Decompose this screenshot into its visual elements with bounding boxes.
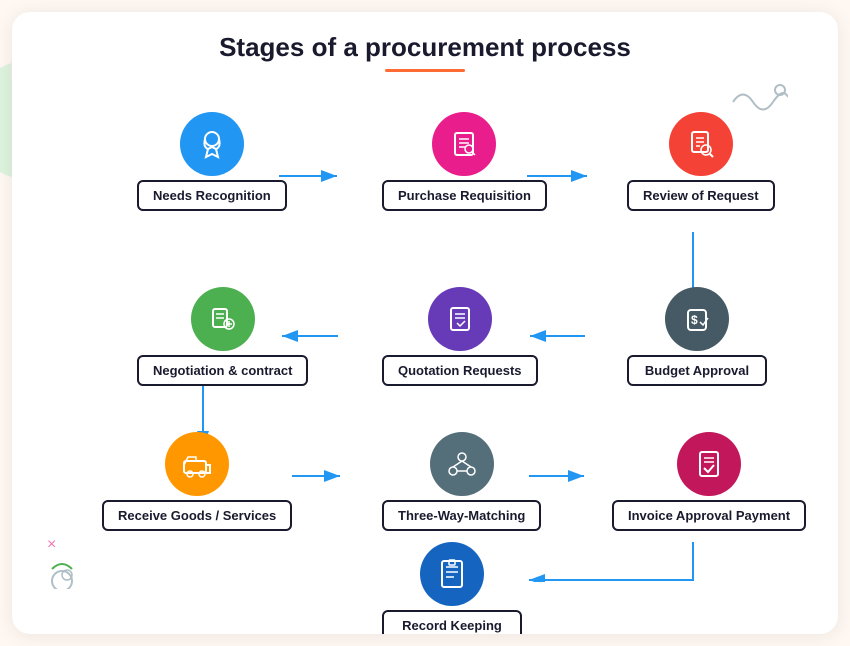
label-needs-recognition: Needs Recognition [137,180,287,211]
label-three-way-matching: Three-Way-Matching [382,500,541,531]
label-invoice-approval: Invoice Approval Payment [612,500,806,531]
page-title: Stages of a procurement process [42,32,808,63]
label-quotation-requests: Quotation Requests [382,355,538,386]
node-receive-goods: Receive Goods / Services [102,432,292,531]
icon-invoice-approval [677,432,741,496]
node-purchase-requisition: Purchase Requisition [382,112,547,211]
icon-receive-goods [165,432,229,496]
icon-review-of-request [669,112,733,176]
node-three-way-matching: Three-Way-Matching [382,432,541,531]
icon-budget-approval: $ [665,287,729,351]
svg-text:$: $ [691,313,698,327]
node-record-keeping: Record Keeping [382,542,522,634]
icon-quotation-requests [428,287,492,351]
node-needs-recognition: Needs Recognition [137,112,287,211]
main-card: × Stages of a procurement process [12,12,838,634]
label-budget-approval: Budget Approval [627,355,767,386]
icon-purchase-requisition [432,112,496,176]
icon-negotiation-contract [191,287,255,351]
flow-diagram: Needs Recognition Purchase Requisition [42,92,808,582]
icon-needs-recognition [180,112,244,176]
node-negotiation-contract: Negotiation & contract [137,287,308,386]
node-budget-approval: $ Budget Approval [627,287,767,386]
node-review-of-request: Review of Request [627,112,775,211]
icon-three-way-matching [430,432,494,496]
label-purchase-requisition: Purchase Requisition [382,180,547,211]
node-invoice-approval: Invoice Approval Payment [612,432,806,531]
label-record-keeping: Record Keeping [382,610,522,634]
node-quotation-requests: Quotation Requests [382,287,538,386]
label-receive-goods: Receive Goods / Services [102,500,292,531]
title-underline [385,69,465,72]
label-review-of-request: Review of Request [627,180,775,211]
label-negotiation-contract: Negotiation & contract [137,355,308,386]
icon-record-keeping [420,542,484,606]
